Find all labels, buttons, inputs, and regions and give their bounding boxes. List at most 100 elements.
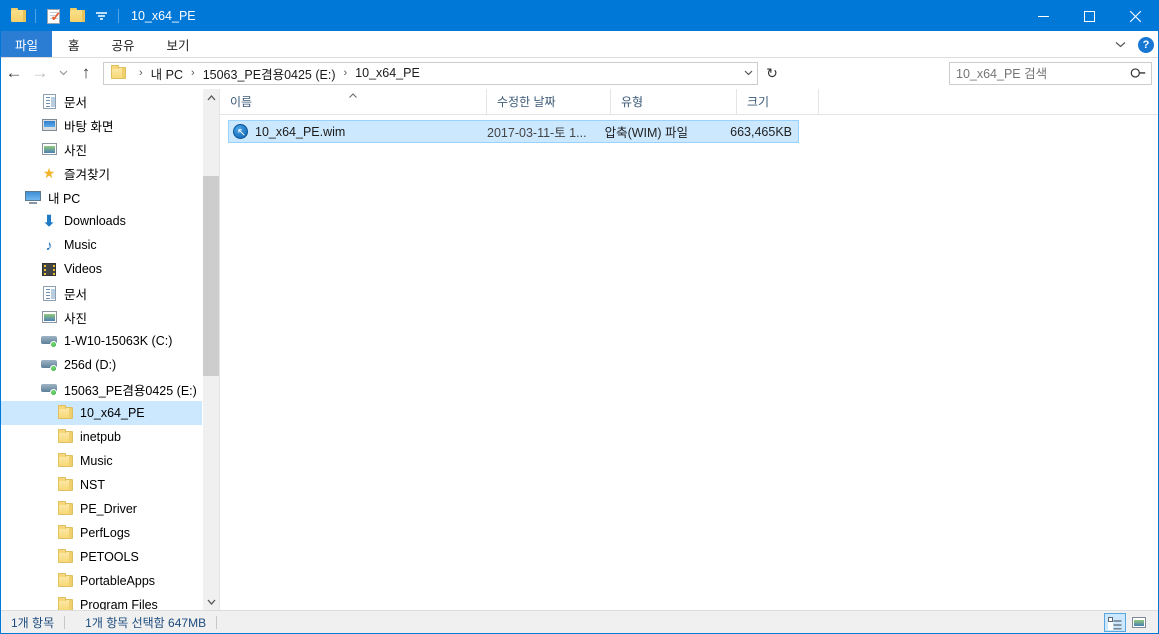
- tab-file[interactable]: 파일: [1, 31, 53, 57]
- sidebar-item-music[interactable]: ♪ Music: [1, 233, 219, 257]
- folder-icon: [57, 453, 73, 469]
- sidebar-item-바탕-화면[interactable]: 바탕 화면: [1, 113, 219, 137]
- qat-separator-1: [35, 9, 36, 23]
- sidebar-item-label: 즐겨찾기: [64, 167, 111, 182]
- details-view-button[interactable]: [1104, 613, 1126, 632]
- folder-icon: [57, 501, 73, 517]
- minimize-button[interactable]: [1020, 1, 1066, 31]
- window-controls: [1020, 1, 1158, 31]
- tab-home[interactable]: 홈: [52, 31, 96, 57]
- scrollbar-thumb[interactable]: [203, 176, 219, 376]
- folder-icon: [57, 429, 73, 445]
- breadcrumb-dropdown-icon[interactable]: [739, 63, 757, 84]
- breadcrumb-folder-icon: [110, 65, 126, 81]
- quick-access-toolbar: [1, 1, 123, 31]
- tab-share[interactable]: 공유: [96, 31, 151, 57]
- sidebar-item-perflogs[interactable]: PerfLogs: [1, 521, 219, 545]
- wim-file-icon: [233, 124, 248, 139]
- sidebar-item-downloads[interactable]: ⬇ Downloads: [1, 209, 219, 233]
- breadcrumb-item-0[interactable]: 내 PC: [149, 64, 185, 83]
- column-header-size[interactable]: 크기: [736, 89, 818, 114]
- tab-view[interactable]: 보기: [151, 31, 206, 57]
- scroll-up-arrow-icon[interactable]: [203, 89, 219, 106]
- ribbon-tab-bar: 파일 홈 공유 보기 ?: [1, 31, 1158, 58]
- qat-separator-2: [118, 9, 119, 23]
- favorites-star-icon: ★: [42, 165, 56, 181]
- table-row[interactable]: 10_x64_PE.wim 2017-03-11-토 1... 압축(WIM) 파일…: [228, 120, 799, 143]
- sidebar-item-label: inetpub: [80, 430, 122, 444]
- refresh-button[interactable]: ↻: [760, 62, 784, 85]
- file-name-label: 10_x64_PE.wim: [255, 124, 346, 139]
- sidebar-item-15063-pe겸용0425-e[interactable]: 15063_PE겸용0425 (E:): [1, 377, 219, 401]
- search-input[interactable]: [956, 66, 1132, 81]
- desktop-icon: [41, 117, 57, 133]
- sidebar-item-music[interactable]: Music: [1, 449, 219, 473]
- scroll-down-arrow-icon[interactable]: [203, 593, 219, 610]
- sidebar-item-label: PortableApps: [80, 574, 156, 588]
- sidebar-item-즐겨찾기[interactable]: ★ 즐겨찾기: [1, 161, 219, 185]
- column-header-date[interactable]: 수정한 날짜: [486, 89, 610, 114]
- sidebar-item-내-pc[interactable]: 내 PC: [1, 185, 219, 209]
- sidebar-item-사진[interactable]: 사진: [1, 305, 219, 329]
- sidebar-item-label: 문서: [64, 95, 88, 110]
- ribbon-right-controls: ?: [1112, 31, 1154, 58]
- sidebar-item-portableapps[interactable]: PortableApps: [1, 569, 219, 593]
- recent-locations-button[interactable]: [53, 60, 73, 86]
- sidebar-item-label: 사진: [64, 143, 88, 158]
- details-view-icon: [1108, 617, 1122, 630]
- status-separator: [64, 615, 66, 629]
- sidebar-item-10-x64-pe[interactable]: 10_x64_PE: [1, 401, 219, 425]
- new-folder-icon[interactable]: [66, 5, 88, 27]
- sidebar-item-videos[interactable]: Videos: [1, 257, 219, 281]
- pictures-icon: [41, 309, 57, 325]
- column-headers: 이름 수정한 날짜 유형 크기: [220, 89, 1158, 115]
- forward-button[interactable]: →: [27, 60, 53, 86]
- large-icons-view-button[interactable]: [1128, 613, 1150, 632]
- sidebar-item-program-files[interactable]: Program Files: [1, 593, 219, 610]
- sidebar-item-pe-driver[interactable]: PE_Driver: [1, 497, 219, 521]
- search-box[interactable]: [949, 62, 1152, 85]
- cell-type: 압축(WIM) 파일: [604, 126, 689, 140]
- cell-size: 663,465KB: [730, 124, 792, 139]
- breadcrumb-item-1[interactable]: 15063_PE겸용0425 (E:): [201, 64, 338, 83]
- sidebar-item-문서[interactable]: 문서: [1, 281, 219, 305]
- sort-ascending-caret-icon: [349, 90, 358, 100]
- sidebar-scrollbar[interactable]: [202, 89, 219, 610]
- explorer-body: 문서 바탕 화면 사진 ★ 즐겨찾기 내 PC ⬇ Downloads ♪ Music Videos…: [1, 89, 1158, 610]
- help-question-icon[interactable]: ?: [1138, 36, 1154, 53]
- column-header-type[interactable]: 유형: [610, 89, 736, 114]
- file-list-pane: 이름 수정한 날짜 유형 크기 10_x64_PE.wim 2017-03-11-…: [220, 89, 1158, 610]
- column-header-name[interactable]: 이름: [220, 89, 486, 114]
- status-item-count: 1개 항목: [11, 615, 55, 630]
- maximize-button[interactable]: [1066, 1, 1112, 31]
- window-title: 10_x64_PE: [131, 9, 196, 23]
- chevron-down-icon[interactable]: [1112, 37, 1128, 53]
- properties-icon[interactable]: [42, 5, 64, 27]
- breadcrumb-sep-2: ›: [343, 67, 348, 79]
- status-bar: 1개 항목 1개 항목 선택함 647MB: [1, 610, 1158, 633]
- folder-icon: [57, 477, 73, 493]
- sidebar-item-label: NST: [80, 478, 105, 492]
- drive-icon: [41, 357, 57, 373]
- back-button[interactable]: ←: [1, 60, 27, 86]
- sidebar-item-256d-d[interactable]: 256d (D:): [1, 353, 219, 377]
- sidebar-item-label: Music: [80, 454, 113, 468]
- close-button[interactable]: [1112, 1, 1158, 31]
- sidebar-item-inetpub[interactable]: inetpub: [1, 425, 219, 449]
- sidebar-item-nst[interactable]: NST: [1, 473, 219, 497]
- sidebar-item-문서[interactable]: 문서: [1, 89, 219, 113]
- sidebar-item-1-w10-15063k-c[interactable]: 1-W10-15063K (C:): [1, 329, 219, 353]
- breadcrumb-item-2[interactable]: 10_x64_PE: [353, 66, 422, 80]
- pictures-icon: [41, 141, 57, 157]
- breadcrumb[interactable]: › 내 PC › 15063_PE겸용0425 (E:) › 10_x64_PE: [103, 61, 758, 85]
- customize-qat-chevron-icon[interactable]: [90, 5, 112, 27]
- sidebar-item-label: 256d (D:): [64, 358, 117, 372]
- file-explorer-window: 10_x64_PE 파일 홈 공유 보기 ? ← →: [0, 0, 1159, 634]
- sidebar-item-label: Downloads: [64, 214, 126, 228]
- folder-icon: [57, 405, 73, 421]
- sidebar-item-사진[interactable]: 사진: [1, 137, 219, 161]
- sidebar-item-petools[interactable]: PETOOLS: [1, 545, 219, 569]
- up-button[interactable]: ↑: [73, 60, 99, 86]
- sidebar-item-label: PE_Driver: [80, 502, 137, 516]
- sidebar-item-label: Program Files: [80, 598, 158, 610]
